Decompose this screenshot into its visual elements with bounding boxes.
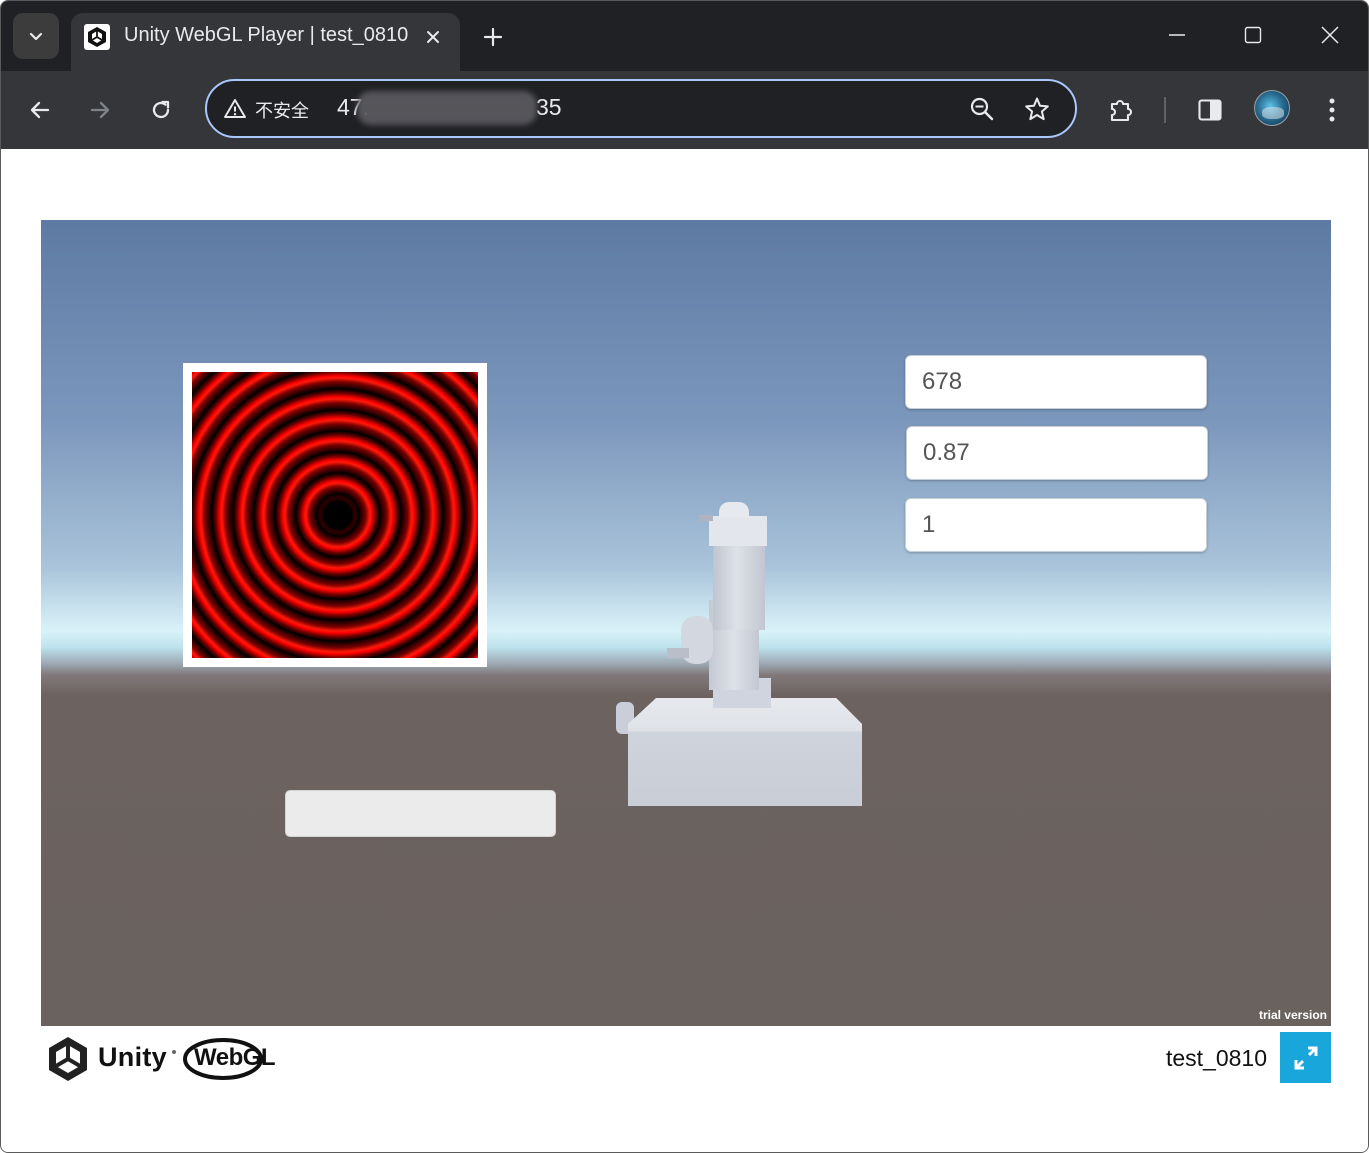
address-bar[interactable]: 不安全 47. 35	[205, 79, 1077, 138]
tab-strip: Unity WebGL Player | test_0810	[1, 1, 1368, 71]
close-icon	[1321, 26, 1339, 44]
bookmark-button[interactable]	[1022, 94, 1052, 124]
zoom-button[interactable]	[967, 94, 997, 124]
reload-button[interactable]	[141, 90, 181, 130]
parameter-input-3[interactable]: 1	[905, 498, 1207, 552]
not-secure-label[interactable]: 不安全	[255, 97, 309, 123]
tab-title: Unity WebGL Player | test_0810	[124, 24, 409, 46]
active-tab[interactable]: Unity WebGL Player | test_0810	[71, 13, 460, 71]
webgl-wordmark: WebGL	[194, 1044, 276, 1071]
reload-icon	[152, 100, 170, 119]
zoom-out-icon	[970, 97, 994, 121]
close-window-button[interactable]	[1310, 15, 1350, 55]
profile-avatar[interactable]	[1254, 90, 1290, 126]
trial-version-label: trial version	[1258, 1008, 1327, 1022]
arrow-right-icon	[90, 101, 110, 119]
more-vertical-icon	[1329, 98, 1335, 122]
unity-icon	[84, 24, 110, 50]
menu-button[interactable]	[1312, 90, 1352, 130]
side-panel-button[interactable]	[1190, 90, 1230, 130]
forward-button[interactable]	[80, 90, 120, 130]
wavelength-input[interactable]: 678	[905, 355, 1207, 409]
back-button[interactable]	[20, 90, 60, 130]
close-icon	[427, 31, 439, 43]
plus-icon	[483, 27, 503, 47]
build-title: test_0810	[1165, 1045, 1267, 1071]
warning-icon[interactable]	[223, 97, 247, 121]
puzzle-icon	[1110, 100, 1132, 122]
browser-window: Unity WebGL Player | test_0810 不安全 47. 3…	[0, 0, 1369, 1153]
maximize-button[interactable]	[1233, 15, 1273, 55]
maximize-icon	[1244, 26, 1262, 44]
tab-search-button[interactable]	[13, 13, 59, 59]
new-tab-button[interactable]	[477, 21, 509, 53]
unity-dot	[172, 1050, 176, 1054]
unity-logo-icon	[49, 1037, 87, 1081]
side-panel-icon	[1198, 99, 1222, 121]
toolbar-divider	[1164, 97, 1166, 123]
unity-canvas[interactable]: 678 0.87 1 trial version	[41, 220, 1331, 1026]
star-icon	[1025, 97, 1049, 121]
tab-close-button[interactable]	[421, 25, 445, 49]
action-button[interactable]	[285, 790, 556, 837]
unity-wordmark: Unity	[98, 1042, 167, 1072]
extensions-button[interactable]	[1101, 90, 1141, 130]
minimize-icon	[1169, 34, 1185, 36]
arrow-left-icon	[30, 101, 50, 119]
fringe-display-frame	[183, 363, 487, 667]
fullscreen-button[interactable]	[1280, 1032, 1331, 1083]
fullscreen-icon	[1294, 1046, 1317, 1069]
web-page: 678 0.87 1 trial version Unity WebGL tes…	[1, 149, 1368, 1152]
interference-fringe-pattern	[192, 372, 478, 658]
minimize-button[interactable]	[1157, 15, 1197, 55]
browser-toolbar: 不安全 47. 35	[1, 71, 1368, 149]
unity-footer: Unity WebGL test_0810	[41, 1026, 1331, 1096]
url-end: 35	[535, 94, 562, 120]
redacted-url-blur	[357, 91, 537, 125]
parameter-input-2[interactable]: 0.87	[906, 426, 1208, 480]
chevron-down-icon	[29, 32, 43, 41]
